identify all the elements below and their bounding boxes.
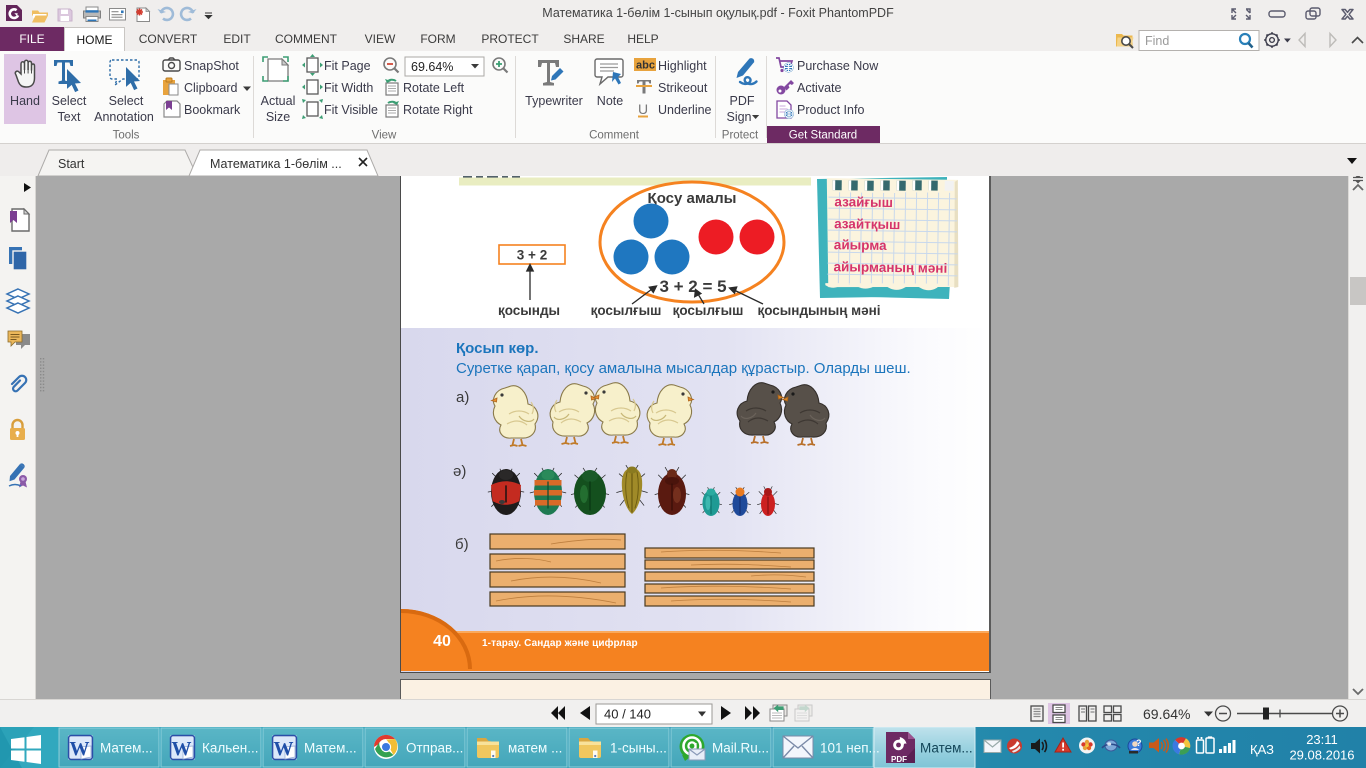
svg-text:Start: Start [58,157,85,171]
svg-text:Underline: Underline [658,103,712,117]
svg-text:1-сыны...: 1-сыны... [610,741,667,756]
svg-text:қосындының мәні: қосындының мәні [757,303,880,318]
svg-text:40: 40 [433,633,451,650]
svg-text:Select: Select [52,94,87,108]
svg-text:Fit Page: Fit Page [324,59,371,73]
svg-text:23:11: 23:11 [1306,732,1338,747]
svg-text:Get Standard: Get Standard [789,130,857,142]
svg-text:Mail.Ru...: Mail.Ru... [712,741,769,756]
svg-text:View: View [372,130,397,142]
svg-text:Матем...: Матем... [100,741,153,756]
svg-text:Typewriter: Typewriter [525,94,583,108]
svg-text:Activate: Activate [797,81,842,95]
svg-text:қосылғыш: қосылғыш [673,303,744,318]
svg-text:3 + 2: 3 + 2 [517,248,547,263]
svg-text:Rotate Right: Rotate Right [403,103,473,117]
svg-text:101 неп...: 101 неп... [820,741,880,756]
svg-text:азайғыш: азайғыш [834,194,893,210]
svg-text:Fit Width: Fit Width [324,81,373,95]
svg-text:қосылғыш: қосылғыш [591,303,662,318]
svg-text:69.64%: 69.64% [1143,706,1190,722]
svg-text:PDF: PDF [891,755,907,764]
svg-text:б): б) [455,536,469,553]
svg-text:қосынды: қосынды [498,303,560,318]
svg-text:Actual: Actual [261,94,296,108]
svg-text:Text: Text [58,110,81,124]
svg-text:Product Info: Product Info [797,103,864,117]
svg-text:Sign: Sign [726,110,751,124]
svg-text:Annotation: Annotation [94,110,154,124]
svg-text:матем ...: матем ... [508,741,562,756]
svg-text:Find: Find [1145,34,1169,48]
svg-text:Note: Note [597,94,623,108]
svg-text:Protect: Protect [722,130,759,142]
svg-text:?: ? [1136,738,1142,748]
svg-text:Матем...: Матем... [304,741,357,756]
svg-text:Comment: Comment [589,130,640,142]
svg-text:ә): ә) [453,463,466,480]
svg-text:Қосу амалы: Қосу амалы [648,190,737,207]
svg-text:Hand: Hand [10,94,40,108]
svg-text:29.08.2016: 29.08.2016 [1289,748,1354,763]
svg-text:PDF: PDF [730,94,755,108]
svg-text:Strikeout: Strikeout [658,81,708,95]
svg-text:3 + 2 = 5: 3 + 2 = 5 [659,277,726,296]
svg-text:Кальен...: Кальен... [202,741,259,756]
svg-text:Size: Size [266,110,290,124]
svg-text:айырманың мәні: айырманың мәні [833,259,947,276]
svg-text:ҚАЗ: ҚАЗ [1250,742,1274,757]
svg-text:Bookmark: Bookmark [184,103,241,117]
svg-text:40 / 140: 40 / 140 [604,707,651,722]
svg-text:U: U [638,101,648,117]
svg-text:69.64%: 69.64% [411,60,453,74]
svg-text:Математика 1-бөлім ...: Математика 1-бөлім ... [210,157,342,171]
svg-text:Суретке қарап, қосу амалына мы: Суретке қарап, қосу амалына мысалдар құр… [456,360,911,377]
svg-text:Highlight: Highlight [658,59,707,73]
svg-text:Қосып көр.: Қосып көр. [456,340,539,357]
svg-text:Tools: Tools [113,130,140,142]
svg-text:Матем...: Матем... [920,741,973,756]
svg-text:Rotate Left: Rotate Left [403,81,465,95]
svg-text:Clipboard: Clipboard [184,81,238,95]
svg-text:1-тарау. Сандар және цифрлар: 1-тарау. Сандар және цифрлар [482,637,638,649]
svg-text:abc: abc [636,60,655,72]
svg-text:азайтқыш: азайтқыш [834,216,900,232]
svg-text:Fit Visible: Fit Visible [324,103,378,117]
svg-text:Select: Select [109,94,144,108]
svg-text:Отправ...: Отправ... [406,741,463,756]
svg-text:айырма: айырма [834,237,887,253]
svg-text:Purchase Now: Purchase Now [797,59,879,73]
svg-text:SnapShot: SnapShot [184,59,239,73]
svg-text:а): а) [456,389,469,406]
